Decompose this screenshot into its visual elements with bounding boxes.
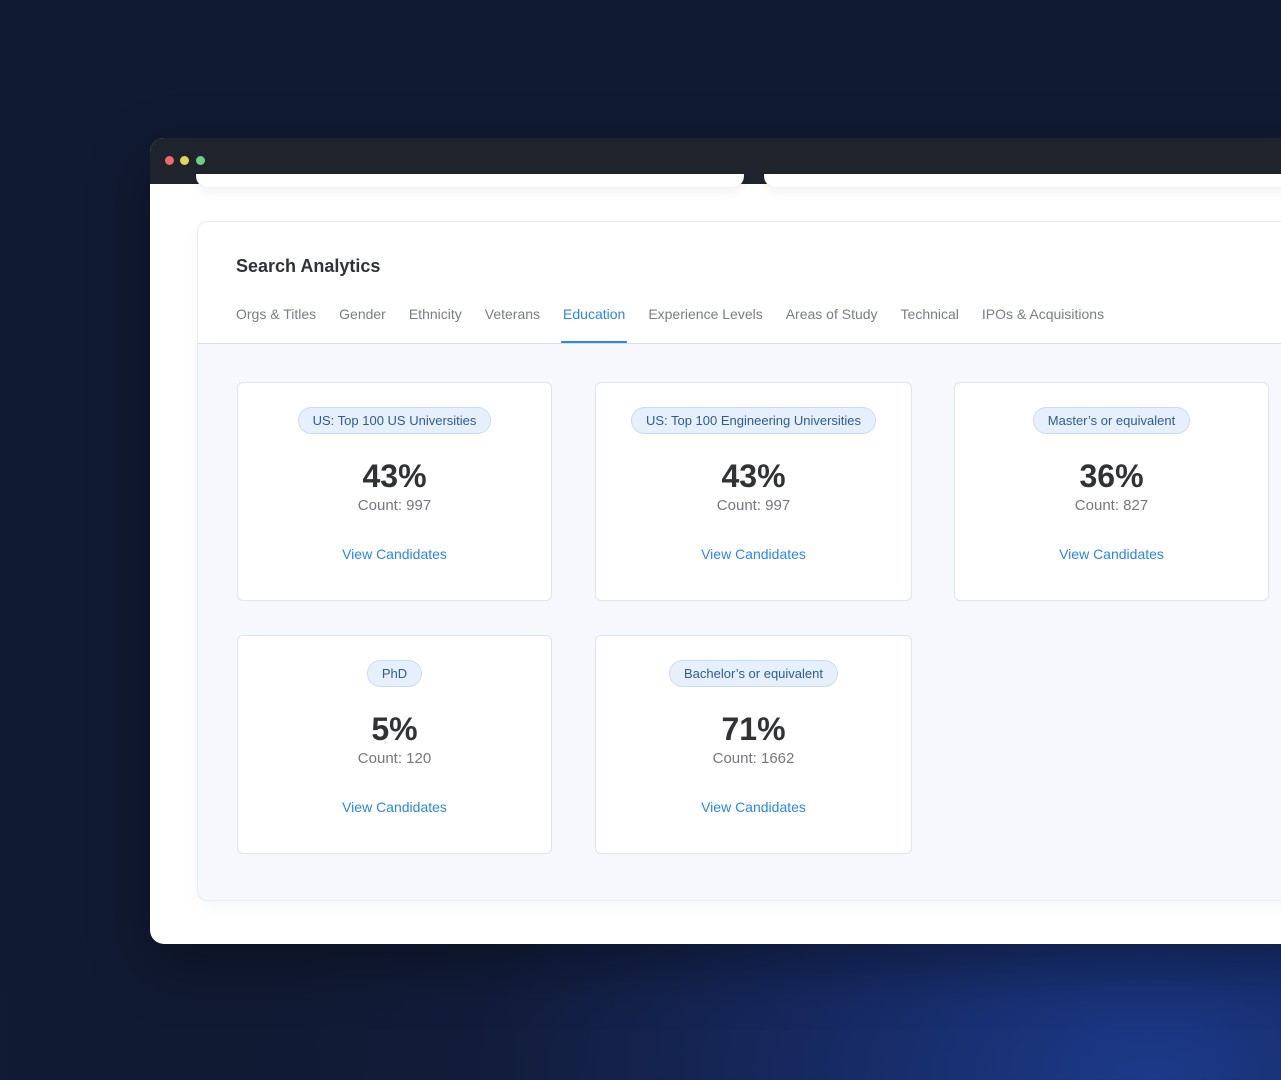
category-tag: Master’s or equivalent [1032, 407, 1191, 434]
search-analytics-panel: Search Analytics Orgs & Titles Gender Et… [197, 221, 1281, 901]
stat-card: Master’s or equivalent 36% Count: 827 Vi… [954, 382, 1269, 601]
stat-count: Count: 827 [1074, 497, 1149, 514]
maximize-window-icon[interactable] [196, 156, 205, 165]
tab-ethnicity[interactable]: Ethnicity [409, 306, 462, 344]
tab-experience-levels[interactable]: Experience Levels [648, 306, 762, 344]
view-candidates-link[interactable]: View Candidates [342, 546, 447, 562]
minimize-window-icon[interactable] [180, 156, 189, 165]
category-tag: PhD [366, 660, 423, 687]
previous-panel-edge [764, 174, 1281, 188]
stat-card: US: Top 100 Engineering Universities 43%… [595, 382, 912, 601]
tab-orgs-titles[interactable]: Orgs & Titles [236, 306, 316, 344]
view-candidates-link[interactable]: View Candidates [1059, 546, 1164, 562]
stat-count: Count: 997 [357, 497, 432, 514]
category-tag: US: Top 100 Engineering Universities [630, 407, 877, 434]
education-content: US: Top 100 US Universities 43% Count: 9… [198, 344, 1281, 900]
stat-count: Count: 120 [357, 750, 432, 767]
stat-count: Count: 997 [716, 497, 791, 514]
stat-percent: 5% [371, 711, 418, 747]
stat-percent: 43% [721, 458, 786, 494]
category-tag: Bachelor’s or equivalent [669, 660, 838, 687]
view-candidates-link[interactable]: View Candidates [701, 546, 806, 562]
tab-education[interactable]: Education [561, 306, 628, 344]
stat-percent: 36% [1079, 458, 1144, 494]
tab-veterans[interactable]: Veterans [485, 306, 540, 344]
previous-panel-edge [196, 174, 744, 188]
tab-areas-of-study[interactable]: Areas of Study [786, 306, 878, 344]
stat-card: PhD 5% Count: 120 View Candidates [237, 635, 552, 854]
stat-percent: 43% [362, 458, 427, 494]
close-window-icon[interactable] [165, 156, 174, 165]
stat-card: US: Top 100 US Universities 43% Count: 9… [237, 382, 552, 601]
view-candidates-link[interactable]: View Candidates [342, 799, 447, 815]
category-tag: US: Top 100 US Universities [297, 407, 492, 434]
app-window: Search Analytics Orgs & Titles Gender Et… [150, 138, 1281, 944]
view-candidates-link[interactable]: View Candidates [701, 799, 806, 815]
panel-title: Search Analytics [236, 256, 381, 276]
tab-gender[interactable]: Gender [339, 306, 386, 344]
stat-card: Bachelor’s or equivalent 71% Count: 1662… [595, 635, 912, 854]
tab-technical[interactable]: Technical [901, 306, 959, 344]
analytics-tabs: Orgs & Titles Gender Ethnicity Veterans … [236, 306, 1127, 344]
tab-ipos-acquisitions[interactable]: IPOs & Acquisitions [982, 306, 1104, 344]
stat-count: Count: 1662 [712, 750, 795, 767]
stat-percent: 71% [721, 711, 786, 747]
